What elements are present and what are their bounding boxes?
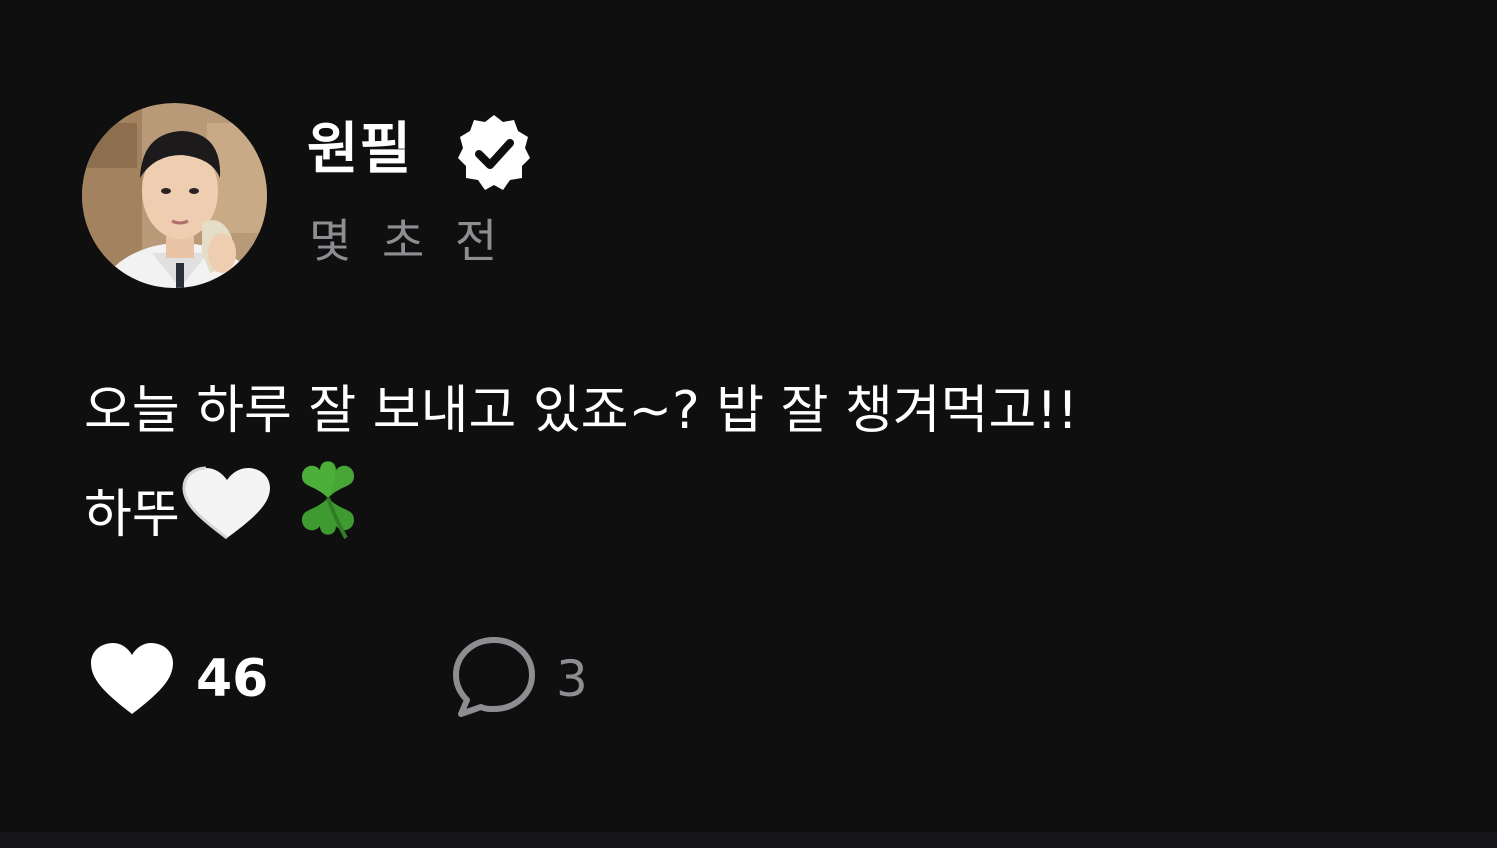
like-count: 46 [196,649,269,709]
verified-badge-icon [458,115,530,190]
avatar[interactable] [82,103,267,288]
author-name[interactable]: 원필 [307,108,412,192]
bottom-divider [0,832,1497,848]
post-body: 오늘 하루 잘 보내고 있죠~? 밥 잘 챙겨먹고!! 하뚜 [84,368,1414,568]
post-body-prefix: 하뚜 [84,485,180,545]
post-body-line-2: 하뚜 [84,454,1414,568]
avatar-image [82,103,267,288]
comment-count: 3 [556,650,588,708]
like-heart-icon[interactable] [88,640,176,718]
white-heart-icon [180,466,274,568]
post-card: 원필 몇 초 전 오늘 하루 잘 보내고 있죠~? 밥 잘 챙겨먹고!! 하뚜 … [0,0,1497,832]
four-leaf-clover-icon [284,454,372,568]
post-body-line-1: 오늘 하루 잘 보내고 있죠~? 밥 잘 챙겨먹고!! [84,381,1079,441]
comment-bubble-icon[interactable] [451,634,537,720]
post-timestamp: 몇 초 전 [309,214,506,268]
